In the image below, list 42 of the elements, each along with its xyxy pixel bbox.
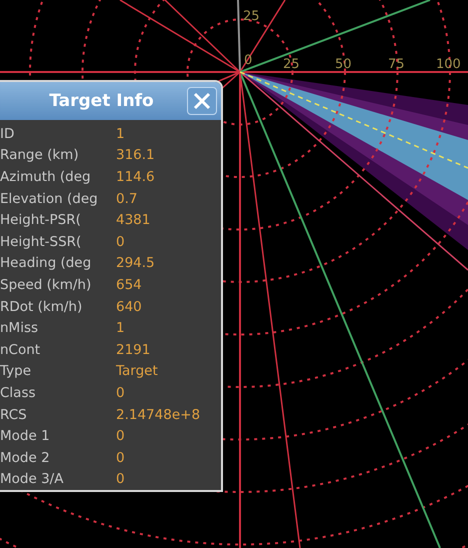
range-label: 75 bbox=[388, 57, 405, 72]
field-label: Height-PSR( bbox=[0, 212, 82, 228]
field-label: RDot (km/h) bbox=[0, 298, 84, 315]
field-label: nCont bbox=[0, 342, 42, 358]
field-value: 114.6 bbox=[115, 168, 156, 185]
field-value: 0 bbox=[115, 471, 126, 488]
field-value: 4381 bbox=[115, 212, 152, 228]
range-label: 100 bbox=[436, 57, 461, 72]
field-value: 654 bbox=[115, 276, 143, 293]
field-value: 0.7 bbox=[115, 190, 138, 207]
field-value: 2191 bbox=[115, 342, 152, 358]
field-value: 316.1 bbox=[115, 147, 156, 164]
field-value: 2.14748e+8 bbox=[115, 406, 202, 423]
field-label: ID bbox=[0, 126, 16, 142]
field-label: Mode 3/A bbox=[0, 471, 64, 488]
field-value: 1 bbox=[115, 320, 126, 336]
field-value: 0 bbox=[115, 428, 126, 444]
field-label: Mode 1 bbox=[0, 428, 51, 444]
field-label: nMiss bbox=[0, 320, 40, 336]
field-label: Speed (km/h) bbox=[0, 276, 92, 293]
range-label: 25 bbox=[283, 57, 300, 72]
close-icon bbox=[193, 92, 211, 110]
field-value: 0 bbox=[115, 234, 126, 250]
field-value: 0 bbox=[115, 450, 126, 466]
field-value: 0 bbox=[115, 384, 126, 401]
field-label: Heading (deg bbox=[0, 255, 92, 272]
field-label: Class bbox=[0, 384, 37, 401]
field-label: Height-SSR( bbox=[0, 234, 82, 250]
field-value: 640 bbox=[115, 298, 143, 315]
field-value: 294.5 bbox=[115, 255, 156, 272]
field-value: Target bbox=[115, 363, 159, 380]
close-button[interactable] bbox=[187, 87, 217, 115]
range-label: 25 bbox=[243, 9, 260, 24]
field-value: 1 bbox=[115, 126, 126, 142]
field-label: Elevation (deg bbox=[0, 190, 99, 207]
field-label: RCS bbox=[0, 406, 28, 423]
field-label: Range (km) bbox=[0, 147, 80, 164]
field-label: Mode 2 bbox=[0, 450, 51, 466]
field-label: Type bbox=[0, 363, 32, 380]
range-label: 50 bbox=[335, 57, 352, 72]
field-label: Azimuth (deg bbox=[0, 168, 92, 185]
dialog-title: Target Info bbox=[48, 91, 155, 111]
